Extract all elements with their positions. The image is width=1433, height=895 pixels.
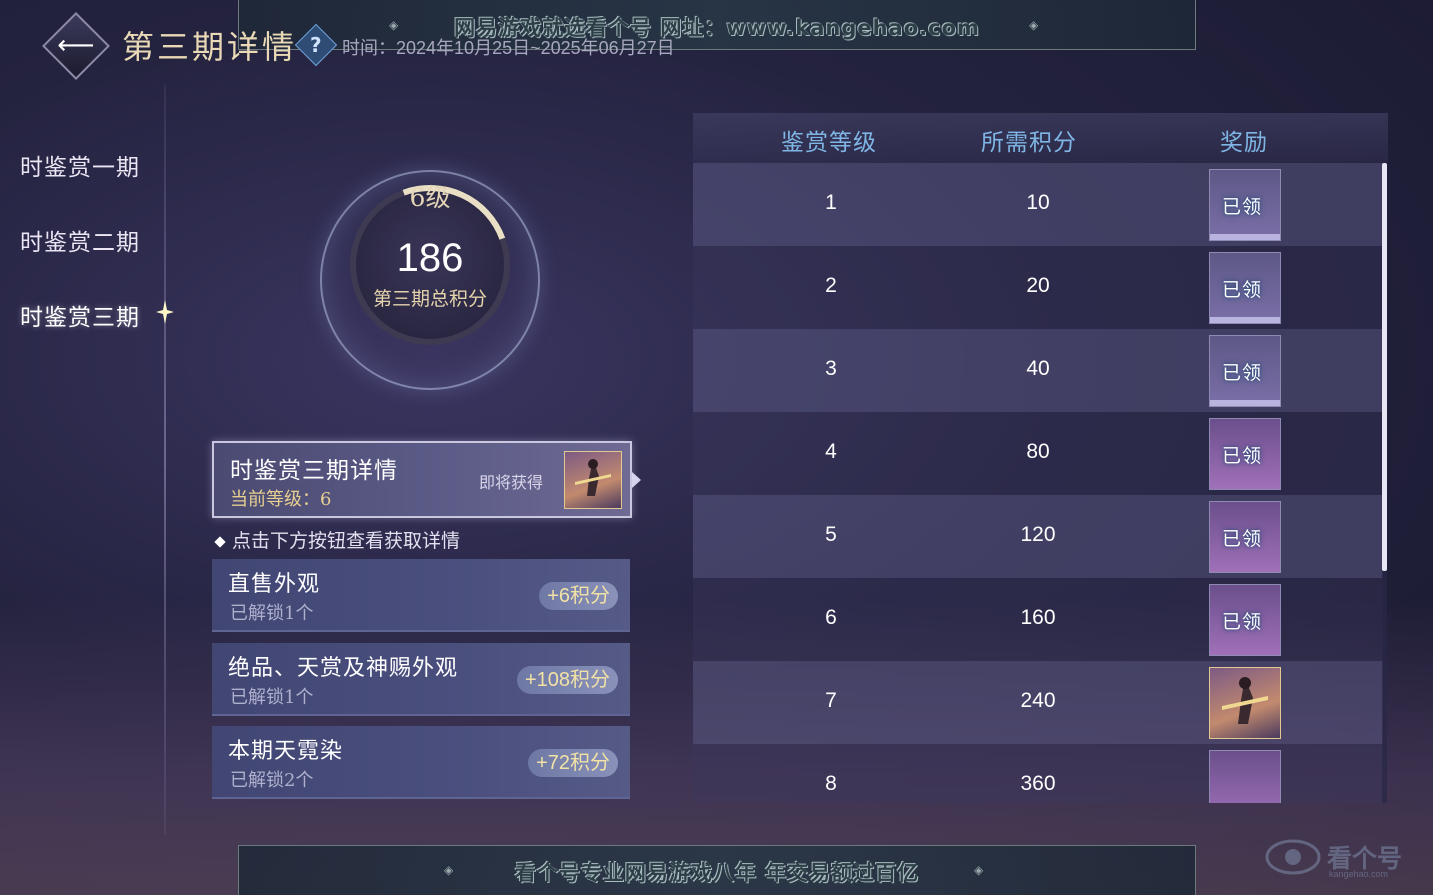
claimed-label: 已领 [1222,528,1263,550]
detail-soon-label: 即将获得 [479,473,544,492]
reward-item[interactable]: 已领 [1209,169,1281,241]
period-time: 时间：2024年10月25日~2025年06月27日 [342,38,675,58]
points-badge: +108积分 [516,666,618,694]
bottom-watermark-text: 看个号专业网易游戏八年 年交易额过百亿 [514,861,920,885]
total-score-value: 186 [396,236,464,280]
detail-arrow-icon [632,472,641,488]
table-header: 鉴赏等级 所需积分 奖励 [693,113,1388,163]
table-row: 2 20 已领 [693,246,1383,329]
table-row: 1 10 已领 [693,163,1383,246]
unlock-count: 已解锁2个 [230,770,314,791]
reward-item[interactable] [1209,667,1281,739]
row-level: 3 [825,357,837,380]
reward-item[interactable]: 已领 [1209,584,1281,656]
detail-title: 时鉴赏三期详情 [230,458,398,484]
bullet-diamond-icon [214,536,226,548]
row-level: 1 [825,191,837,214]
unlock-title: 本期天霓染 [228,739,344,764]
bottom-watermark-banner: ◈ 看个号专业网易游戏八年 年交易额过百亿 ◈ [238,845,1196,895]
row-level: 2 [825,274,837,297]
table-scrollbar[interactable] [1382,163,1387,803]
row-level: 8 [825,772,837,795]
table-row: 7 240 [693,661,1383,744]
claimed-label: 已领 [1222,279,1263,301]
row-level: 5 [825,523,837,546]
points-badge: +72积分 [528,749,618,777]
points-badge: +6积分 [539,582,618,610]
reward-item[interactable]: 已领 [1209,335,1281,407]
row-points: 160 [1020,606,1056,629]
unlock-card-direct-sale[interactable]: 直售外观 已解锁1个 +6积分 [212,559,630,632]
claimed-label: 已领 [1222,362,1263,384]
column-header-level: 鉴赏等级 [781,130,877,156]
table-row: 5 120 已领 [693,495,1383,578]
hint-text: 点击下方按钮查看获取详情 [232,530,461,552]
reward-table: 鉴赏等级 所需积分 奖励 1 10 已领 2 20 已领 3 40 已领 4 8… [693,113,1388,803]
scrollbar-thumb[interactable] [1382,163,1387,571]
back-arrow-icon: ⟵ [57,31,95,61]
unlock-card-dye[interactable]: 本期天霓染 已解锁2个 +72积分 [212,726,630,799]
row-points: 240 [1020,689,1056,712]
reward-item[interactable]: 已领 [1209,252,1281,324]
column-header-points: 所需积分 [981,130,1077,156]
sidebar-item-period-2[interactable]: 时鉴赏二期 [20,223,140,257]
reward-item[interactable] [1209,750,1281,803]
unlock-title: 直售外观 [228,572,321,597]
row-points: 360 [1020,772,1056,795]
detail-current-level: 当前等级：6 [230,489,332,510]
hint-row: 点击下方按钮查看获取详情 [214,526,461,553]
unlock-title: 绝品、天赏及神赐外观 [228,656,459,681]
unlock-count: 已解锁1个 [230,603,314,624]
sidebar-item-period-3[interactable]: 时鉴赏三期 [20,298,140,332]
warrior-figure-icon [575,459,611,496]
reward-item[interactable]: 已领 [1209,418,1281,490]
table-row: 3 40 已领 [693,329,1383,412]
row-level: 4 [825,440,837,463]
table-row: 8 360 [693,744,1383,803]
banner-ornament-icon: ◈ [1029,18,1039,32]
banner-ornament-icon: ◈ [974,863,984,877]
period-detail-card[interactable]: 时鉴赏三期详情 当前等级：6 即将获得 [212,441,632,518]
upcoming-reward-icon[interactable] [564,451,622,509]
question-icon: ? [310,32,322,57]
current-level-label: 6级 [409,183,451,212]
unlock-card-premium[interactable]: 绝品、天赏及神赐外观 已解锁1个 +108积分 [212,643,630,716]
claimed-label: 已领 [1222,611,1263,633]
unlock-count: 已解锁1个 [230,687,314,708]
row-points: 80 [1026,440,1050,463]
active-sparkle-icon [156,300,174,324]
row-points: 120 [1020,523,1056,546]
eye-logo-icon [1265,839,1321,875]
reward-item[interactable]: 已领 [1209,501,1281,573]
table-row: 6 160 已领 [693,578,1383,661]
sidebar-item-period-1[interactable]: 时鉴赏一期 [20,148,140,182]
reward-base [1210,400,1280,406]
row-level: 6 [825,606,837,629]
sidebar-divider [164,85,166,835]
table-row: 4 80 已领 [693,412,1383,495]
row-points: 10 [1026,191,1050,214]
claimed-label: 已领 [1222,445,1263,467]
back-button[interactable]: ⟵ [42,12,110,80]
total-score-caption: 第三期总积分 [372,288,487,310]
reward-base [1210,317,1280,323]
row-level: 7 [825,689,837,712]
claimed-label: 已领 [1222,196,1263,218]
page-title: 第三期详情 [122,28,298,66]
brand-watermark: 看个号 kangehao.com [1265,833,1425,883]
row-points: 20 [1026,274,1050,297]
warrior-figure-icon [1222,677,1268,724]
brand-domain: kangehao.com [1329,869,1389,879]
row-points: 40 [1026,357,1050,380]
column-header-reward: 奖励 [1220,130,1268,156]
reward-base [1210,234,1280,240]
